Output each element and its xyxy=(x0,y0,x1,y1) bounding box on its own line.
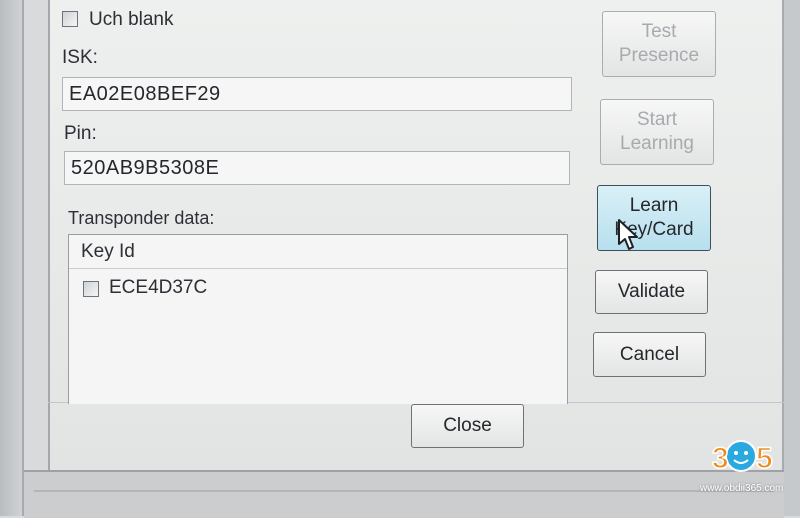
test-presence-line1: Test xyxy=(641,21,677,42)
start-learning-line1: Start xyxy=(636,109,678,130)
window-bottom-frame xyxy=(24,470,784,518)
logo-digit-3: 3 xyxy=(712,442,729,475)
window-bottom-edge xyxy=(34,490,774,492)
window-frame-right xyxy=(784,0,800,516)
window-frame-left-edge xyxy=(22,0,24,516)
window-frame-left xyxy=(0,0,22,516)
logo-digit-5: 5 xyxy=(756,442,773,475)
cancel-button[interactable]: Cancel xyxy=(593,332,706,377)
validate-button[interactable]: Validate xyxy=(595,270,708,314)
learn-key-card-line1: Learn xyxy=(629,195,679,216)
pin-field[interactable]: 520AB9B5308E xyxy=(64,151,570,185)
start-learning-button[interactable]: Start Learning xyxy=(600,99,714,165)
isk-field[interactable]: EA02E08BEF29 xyxy=(62,77,572,111)
uch-blank-label: Uch blank xyxy=(89,9,174,30)
mouse-pointer-icon xyxy=(618,219,638,250)
test-presence-line2: Presence xyxy=(618,45,700,66)
start-learning-line2: Learning xyxy=(620,133,694,154)
transponder-list[interactable]: Key Id ECE4D37C xyxy=(68,234,568,404)
key-id-value: ECE4D37C xyxy=(109,277,208,298)
transponder-data-label: Transponder data: xyxy=(68,208,215,228)
close-button[interactable]: Close xyxy=(411,404,524,448)
test-presence-button[interactable]: Test Presence xyxy=(602,11,716,77)
uch-blank-checkbox[interactable] xyxy=(62,11,78,27)
key-id-column-header[interactable]: Key Id xyxy=(69,235,567,269)
isk-label: ISK: xyxy=(62,47,98,68)
pin-label: Pin: xyxy=(64,123,97,144)
key-row-checkbox[interactable] xyxy=(83,281,99,297)
watermark-url: www.obdii365.com xyxy=(700,483,784,494)
obdii365-logo: 3 5 xyxy=(711,440,773,476)
